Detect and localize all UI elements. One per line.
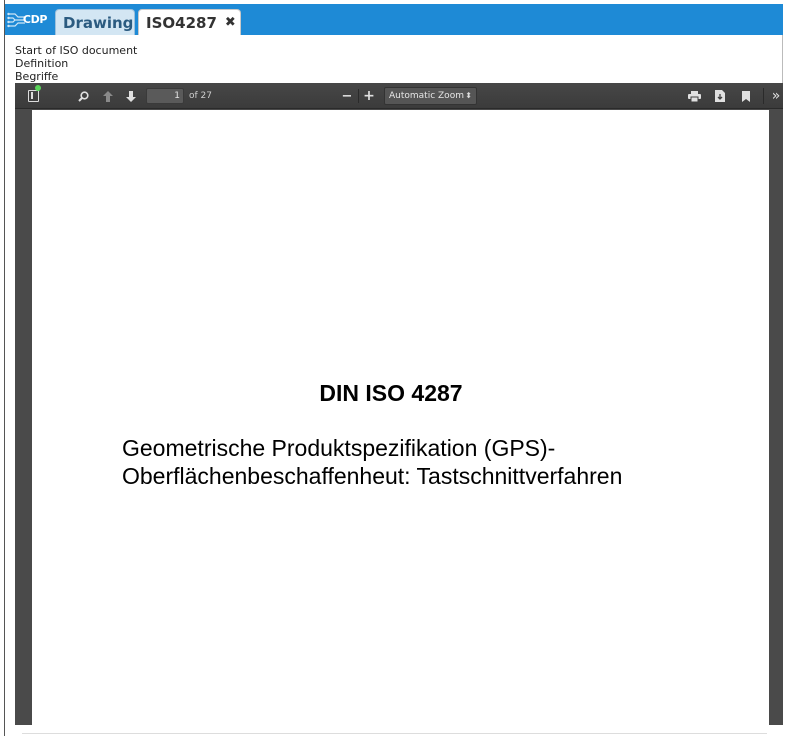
pdf-page: DIN ISO 4287 Geometrische Produktspezifi… (32, 110, 769, 725)
bottom-border (22, 733, 767, 734)
print-icon[interactable] (686, 87, 702, 105)
document-subtitle-line-2: Oberflächenbeschaffenheut: Tastschnittve… (122, 463, 623, 489)
document-subtitle-line-1: Geometrische Produktspezifikation (GPS)- (122, 435, 556, 461)
document-outline: Start of ISO document Definition Begriff… (15, 44, 137, 83)
zoom-in-icon[interactable]: + (362, 87, 376, 105)
download-icon[interactable] (712, 87, 728, 105)
page-count-label: of 27 (189, 91, 212, 101)
zoom-select[interactable]: Automatic Zoom ⬍ (384, 87, 477, 105)
close-icon[interactable]: ✖ (225, 15, 236, 30)
outline-item-begriffe[interactable]: Begriffe (15, 70, 137, 83)
tab-iso4287[interactable]: ISO4287 ✖ (138, 9, 241, 35)
sidebar-toggle-icon[interactable] (25, 85, 41, 105)
toolbar-separator (763, 88, 764, 104)
select-caret-icon: ⬍ (465, 91, 472, 100)
outline-item-start[interactable]: Start of ISO document (15, 44, 137, 57)
pdf-toolbar: 1 of 27 − + Automatic Zoom ⬍ » (15, 83, 783, 109)
zoom-out-icon[interactable]: − (340, 87, 354, 105)
toolbar-separator (358, 89, 359, 103)
tab-drawing-label: Drawing (63, 13, 134, 32)
zoom-select-value: Automatic Zoom (389, 91, 464, 101)
tab-drawing[interactable]: Drawing (55, 9, 135, 35)
outline-item-definition[interactable]: Definition (15, 57, 137, 70)
tab-bar: CDP Drawing ISO4287 ✖ (5, 4, 783, 35)
tools-icon[interactable]: » (768, 87, 783, 105)
logo-text: CDP (22, 13, 48, 26)
next-page-icon[interactable] (123, 87, 139, 105)
search-icon[interactable] (75, 87, 91, 105)
tab-iso4287-label: ISO4287 (146, 13, 217, 32)
pdf-viewer: 1 of 27 − + Automatic Zoom ⬍ » DIN ISO 4… (15, 83, 783, 725)
document-title: DIN ISO 4287 (319, 380, 463, 406)
document-subtitle: Geometrische Produktspezifikation (GPS)-… (122, 434, 622, 490)
app-logo[interactable]: CDP (5, 4, 53, 35)
bookmark-icon[interactable] (738, 87, 754, 105)
window-border-left (4, 0, 5, 736)
previous-page-icon[interactable] (100, 87, 116, 105)
page-number-input[interactable]: 1 (146, 88, 184, 104)
